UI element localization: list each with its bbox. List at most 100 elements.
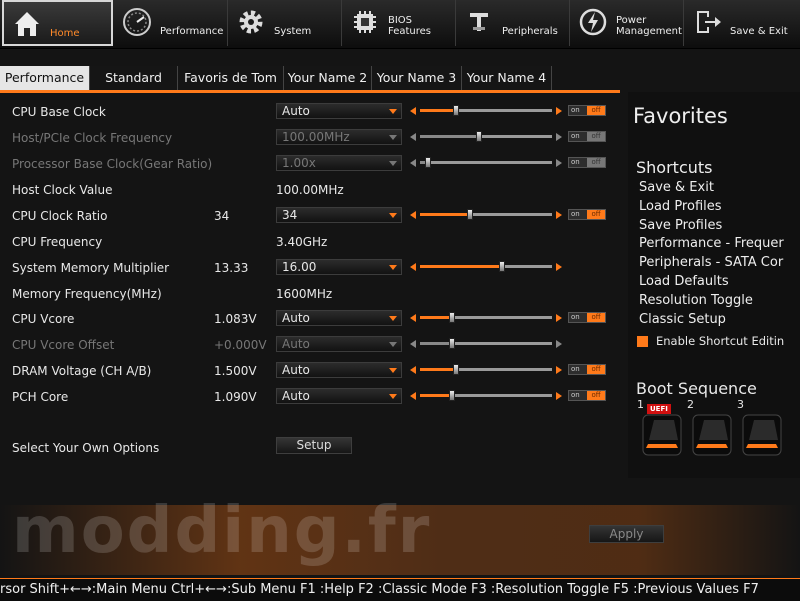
- slider-handle[interactable]: [448, 390, 455, 401]
- main-tab-label: System: [274, 26, 312, 37]
- main-tab-peripherals[interactable]: Peripherals: [456, 0, 570, 46]
- setting-toggle[interactable]: on off: [568, 131, 606, 142]
- setting-slider[interactable]: [410, 130, 562, 144]
- setting-toggle[interactable]: on off: [568, 390, 606, 401]
- setting-current-value: 1.083V: [214, 312, 257, 326]
- shortcut-item[interactable]: Load Profiles: [639, 199, 722, 214]
- arrow-left-icon[interactable]: [410, 133, 416, 141]
- setting-row[interactable]: CPU Base Clock Auto on off: [0, 101, 620, 125]
- main-tab-bios-features[interactable]: BIOS Features: [342, 0, 456, 46]
- setting-dropdown[interactable]: Auto: [276, 336, 402, 352]
- shortcut-item[interactable]: Peripherals - SATA Cor: [639, 255, 783, 270]
- main-tab-system[interactable]: System: [228, 0, 342, 46]
- arrow-left-icon[interactable]: [410, 340, 416, 348]
- setting-row[interactable]: Host/PCIe Clock Frequency 100.00MHz on off: [0, 127, 620, 151]
- shortcut-item[interactable]: Load Defaults: [639, 274, 729, 289]
- apply-button[interactable]: Apply: [589, 525, 664, 543]
- setting-slider[interactable]: [410, 104, 562, 118]
- setting-row[interactable]: System Memory Multiplier 13.33 16.00: [0, 257, 620, 281]
- slider-handle[interactable]: [452, 364, 459, 375]
- setting-dropdown[interactable]: 100.00MHz: [276, 129, 402, 145]
- setup-button[interactable]: Setup: [276, 437, 352, 454]
- setting-row[interactable]: Memory Frequency(MHz) 1600MHz: [0, 283, 620, 307]
- setting-slider[interactable]: [410, 363, 562, 377]
- slider-track: [420, 364, 552, 375]
- chevron-down-icon: [389, 109, 397, 114]
- setting-slider[interactable]: [410, 311, 562, 325]
- setting-slider[interactable]: [410, 260, 562, 274]
- slider-handle[interactable]: [448, 338, 455, 349]
- arrow-right-icon[interactable]: [556, 159, 562, 167]
- setting-toggle[interactable]: on off: [568, 157, 606, 168]
- slider-track: [420, 261, 552, 272]
- setting-dropdown[interactable]: 1.00x: [276, 155, 402, 171]
- sub-tab-your-name-3[interactable]: Your Name 3: [372, 66, 462, 90]
- setting-dropdown[interactable]: Auto: [276, 310, 402, 326]
- setting-readout: 1600MHz: [276, 287, 333, 301]
- setting-dropdown[interactable]: Auto: [276, 362, 402, 378]
- setting-row[interactable]: CPU Clock Ratio 34 34 on off: [0, 205, 620, 229]
- main-tab-performance[interactable]: Performance: [114, 0, 228, 46]
- slider-handle[interactable]: [424, 157, 431, 168]
- setting-slider[interactable]: [410, 337, 562, 351]
- sub-tab-standard[interactable]: Standard: [90, 66, 178, 90]
- arrow-left-icon[interactable]: [410, 366, 416, 374]
- setting-row[interactable]: Processor Base Clock(Gear Ratio) 1.00x on o…: [0, 153, 620, 177]
- setting-toggle[interactable]: on off: [568, 209, 606, 220]
- arrow-right-icon[interactable]: [556, 133, 562, 141]
- arrow-right-icon[interactable]: [556, 366, 562, 374]
- shortcut-item[interactable]: Classic Setup: [639, 312, 726, 327]
- main-tab-save-exit[interactable]: Save & Exit: [684, 0, 800, 46]
- boot-device-slot[interactable]: [692, 414, 732, 456]
- setting-row[interactable]: PCH Core 1.090V Auto on off: [0, 386, 620, 410]
- setting-dropdown[interactable]: Auto: [276, 388, 402, 404]
- main-tab-power-management[interactable]: Power Management: [570, 0, 684, 46]
- setting-row[interactable]: CPU Vcore Offset +0.000V Auto: [0, 334, 620, 358]
- sub-tab-your-name-2[interactable]: Your Name 2: [284, 66, 372, 90]
- enable-shortcut-checkbox[interactable]: [637, 336, 648, 347]
- setting-row[interactable]: DRAM Voltage (CH A/B) 1.500V Auto on off: [0, 360, 620, 384]
- setting-dropdown[interactable]: Auto: [276, 103, 402, 119]
- setting-row[interactable]: CPU Frequency 3.40GHz: [0, 231, 620, 255]
- slider-handle[interactable]: [452, 105, 459, 116]
- slider-handle[interactable]: [467, 209, 474, 220]
- setting-slider[interactable]: [410, 156, 562, 170]
- shortcut-item[interactable]: Save Profiles: [639, 218, 722, 233]
- setting-toggle[interactable]: on off: [568, 364, 606, 375]
- arrow-left-icon[interactable]: [410, 107, 416, 115]
- setting-slider[interactable]: [410, 208, 562, 222]
- shortcut-item[interactable]: Resolution Toggle: [639, 293, 753, 308]
- setting-toggle[interactable]: on off: [568, 105, 606, 116]
- setting-dropdown[interactable]: 34: [276, 207, 402, 223]
- arrow-left-icon[interactable]: [410, 159, 416, 167]
- setting-slider[interactable]: [410, 389, 562, 403]
- arrow-right-icon[interactable]: [556, 107, 562, 115]
- slider-handle[interactable]: [476, 131, 483, 142]
- setting-row[interactable]: CPU Vcore 1.083V Auto on off: [0, 308, 620, 332]
- boot-device-slot[interactable]: [742, 414, 782, 456]
- sub-tab-your-name-4[interactable]: Your Name 4: [462, 66, 552, 90]
- arrow-right-icon[interactable]: [556, 392, 562, 400]
- toggle-on-label: on: [571, 210, 580, 218]
- sub-tab-performance[interactable]: Performance: [0, 66, 90, 90]
- setting-toggle[interactable]: on off: [568, 312, 606, 323]
- setting-name: Host/PCIe Clock Frequency: [12, 131, 173, 145]
- boot-device-slot[interactable]: [642, 414, 682, 456]
- arrow-right-icon[interactable]: [556, 340, 562, 348]
- setting-name: CPU Vcore: [12, 312, 75, 326]
- slider-handle[interactable]: [498, 261, 505, 272]
- sub-tab-favoris-de-tom[interactable]: Favoris de Tom: [178, 66, 284, 90]
- arrow-right-icon[interactable]: [556, 211, 562, 219]
- setting-dropdown[interactable]: 16.00: [276, 259, 402, 275]
- shortcut-item[interactable]: Save & Exit: [639, 180, 714, 195]
- arrow-right-icon[interactable]: [556, 263, 562, 271]
- arrow-left-icon[interactable]: [410, 211, 416, 219]
- arrow-right-icon[interactable]: [556, 314, 562, 322]
- slider-handle[interactable]: [448, 312, 455, 323]
- setting-row[interactable]: Host Clock Value 100.00MHz: [0, 179, 620, 203]
- arrow-left-icon[interactable]: [410, 392, 416, 400]
- shortcut-item[interactable]: Performance - Frequer: [639, 236, 784, 251]
- main-tab-home[interactable]: Home: [2, 0, 113, 46]
- arrow-left-icon[interactable]: [410, 263, 416, 271]
- arrow-left-icon[interactable]: [410, 314, 416, 322]
